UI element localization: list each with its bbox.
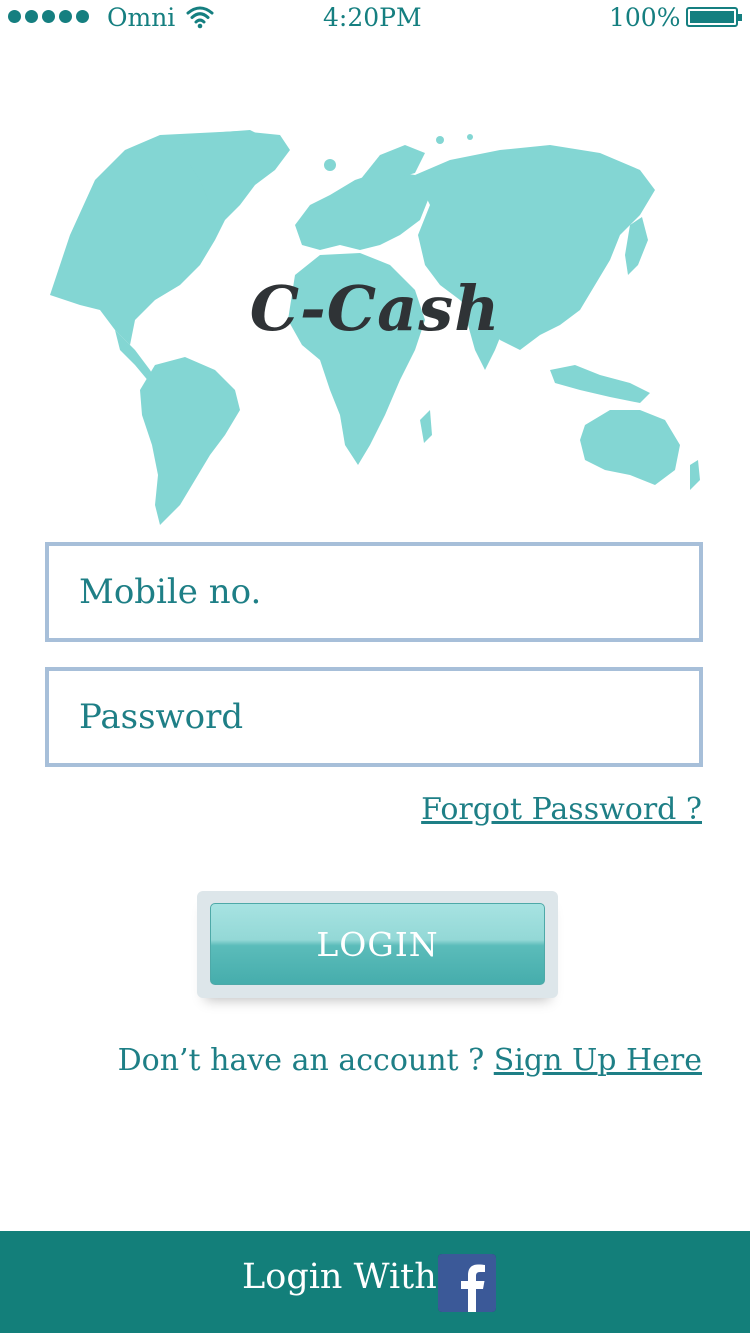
signup-link[interactable]: Sign Up Here: [494, 1043, 702, 1078]
password-input[interactable]: [49, 671, 699, 763]
wifi-icon: [186, 6, 214, 29]
login-button-frame: LOGIN: [197, 891, 558, 998]
signup-row: Don’t have an account ? Sign Up Here: [118, 1043, 702, 1078]
status-time: 4:20PM: [323, 3, 422, 32]
signal-dots-icon: [8, 10, 89, 23]
login-with-label: Login With: [242, 1257, 437, 1297]
password-field-box: [45, 667, 703, 767]
footer-bar: Login With: [0, 1231, 750, 1333]
signup-prompt: Don’t have an account ?: [117, 1043, 485, 1078]
forgot-password-link[interactable]: Forgot Password ?: [421, 792, 702, 827]
battery-percentage: 100%: [609, 3, 681, 32]
status-bar: Omni 4:20PM 100%: [0, 0, 750, 36]
login-button[interactable]: LOGIN: [210, 903, 545, 985]
mobile-field-box: [45, 542, 703, 642]
battery-icon: [686, 7, 742, 27]
carrier-name: Omni: [107, 3, 176, 32]
facebook-icon[interactable]: [438, 1254, 496, 1312]
app-logo: C-Cash: [249, 272, 501, 345]
mobile-number-input[interactable]: [49, 546, 699, 638]
